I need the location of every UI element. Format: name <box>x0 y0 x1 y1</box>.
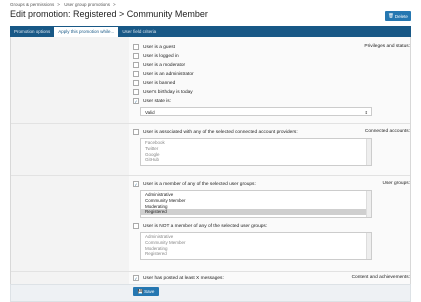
checkbox-box[interactable] <box>133 53 139 59</box>
checkbox-administrator[interactable]: User is an administrator <box>133 71 194 77</box>
checkbox-box[interactable] <box>133 80 139 86</box>
connected-accounts-label: Connected accounts: <box>364 129 410 134</box>
save-icon: 💾 <box>137 288 144 294</box>
checkbox-posted-messages[interactable]: ✓ User has posted at least X messages: <box>133 275 224 281</box>
list-item[interactable]: GitHub <box>141 157 371 163</box>
checkbox-birthday[interactable]: User's birthday is today <box>133 89 193 95</box>
checkbox-box[interactable] <box>133 223 139 229</box>
page-title: Edit promotion: Registered > Community M… <box>10 9 208 19</box>
breadcrumb-item-groups[interactable]: Groups & permissions <box>10 2 54 7</box>
save-button[interactable]: 💾 Save <box>133 287 159 296</box>
scrollbar[interactable] <box>366 191 371 217</box>
checkbox-box-checked[interactable]: ✓ <box>133 98 139 104</box>
delete-button[interactable]: 🗑 Delete <box>385 11 411 21</box>
checkbox-box[interactable] <box>133 44 139 50</box>
checkbox-box-checked[interactable]: ✓ <box>133 181 139 187</box>
tab-user-field-criteria[interactable]: User field criteria <box>118 26 160 37</box>
checkbox-user-state[interactable]: ✓ User state is: <box>133 98 171 104</box>
divider <box>11 175 410 176</box>
scrollbar[interactable] <box>366 233 371 259</box>
checkbox-box[interactable] <box>133 62 139 68</box>
checkbox-connected-accounts[interactable]: User is associated with any of the selec… <box>133 129 298 135</box>
scrollbar[interactable] <box>366 139 371 165</box>
divider <box>11 123 410 124</box>
user-groups-list[interactable]: Administrative Community Member Moderati… <box>140 190 372 218</box>
content-achievements-label: Content and achievements: <box>351 275 410 280</box>
breadcrumb: Groups & permissions > User group promoti… <box>10 2 116 7</box>
checkbox-guest[interactable]: User is a guest <box>133 44 175 50</box>
trash-icon: 🗑 <box>388 13 394 18</box>
tab-apply-while[interactable]: Apply this promotion while... <box>54 26 119 37</box>
breadcrumb-item-promotions[interactable]: User group promotions <box>64 2 110 7</box>
checkbox-banned[interactable]: User is banned <box>133 80 175 86</box>
checkbox-moderator[interactable]: User is a moderator <box>133 62 185 68</box>
checkbox-member-of-groups[interactable]: ✓ User is a member of any of the selected… <box>133 181 256 187</box>
label-column <box>11 37 129 300</box>
criteria-panel: Privileges and status: User is a guest U… <box>10 37 411 300</box>
user-state-select[interactable]: Valid ⇕ <box>140 107 372 116</box>
list-item-selected[interactable]: Registered <box>141 209 371 216</box>
user-groups-label: User groups: <box>382 181 410 186</box>
not-user-groups-list[interactable]: Administrative Community Member Moderati… <box>140 232 372 260</box>
divider <box>11 271 410 272</box>
list-item[interactable]: Registered <box>141 251 371 257</box>
checkbox-box[interactable] <box>133 89 139 95</box>
form-submit-row <box>10 284 411 302</box>
checkbox-box-checked[interactable]: ✓ <box>133 275 139 281</box>
privileges-label: Privileges and status: <box>364 44 410 49</box>
checkbox-box[interactable] <box>133 129 139 135</box>
chevron-updown-icon: ⇕ <box>364 110 368 115</box>
checkbox-logged-in[interactable]: User is logged in <box>133 53 179 59</box>
tab-bar: Promotion options Apply this promotion w… <box>10 26 411 37</box>
tab-promotion-options[interactable]: Promotion options <box>10 26 54 37</box>
checkbox-not-member-of-groups[interactable]: User is NOT a member of any of the selec… <box>133 223 267 229</box>
checkbox-box[interactable] <box>133 71 139 77</box>
connected-providers-list[interactable]: Facebook Twitter Google GitHub <box>140 138 372 166</box>
